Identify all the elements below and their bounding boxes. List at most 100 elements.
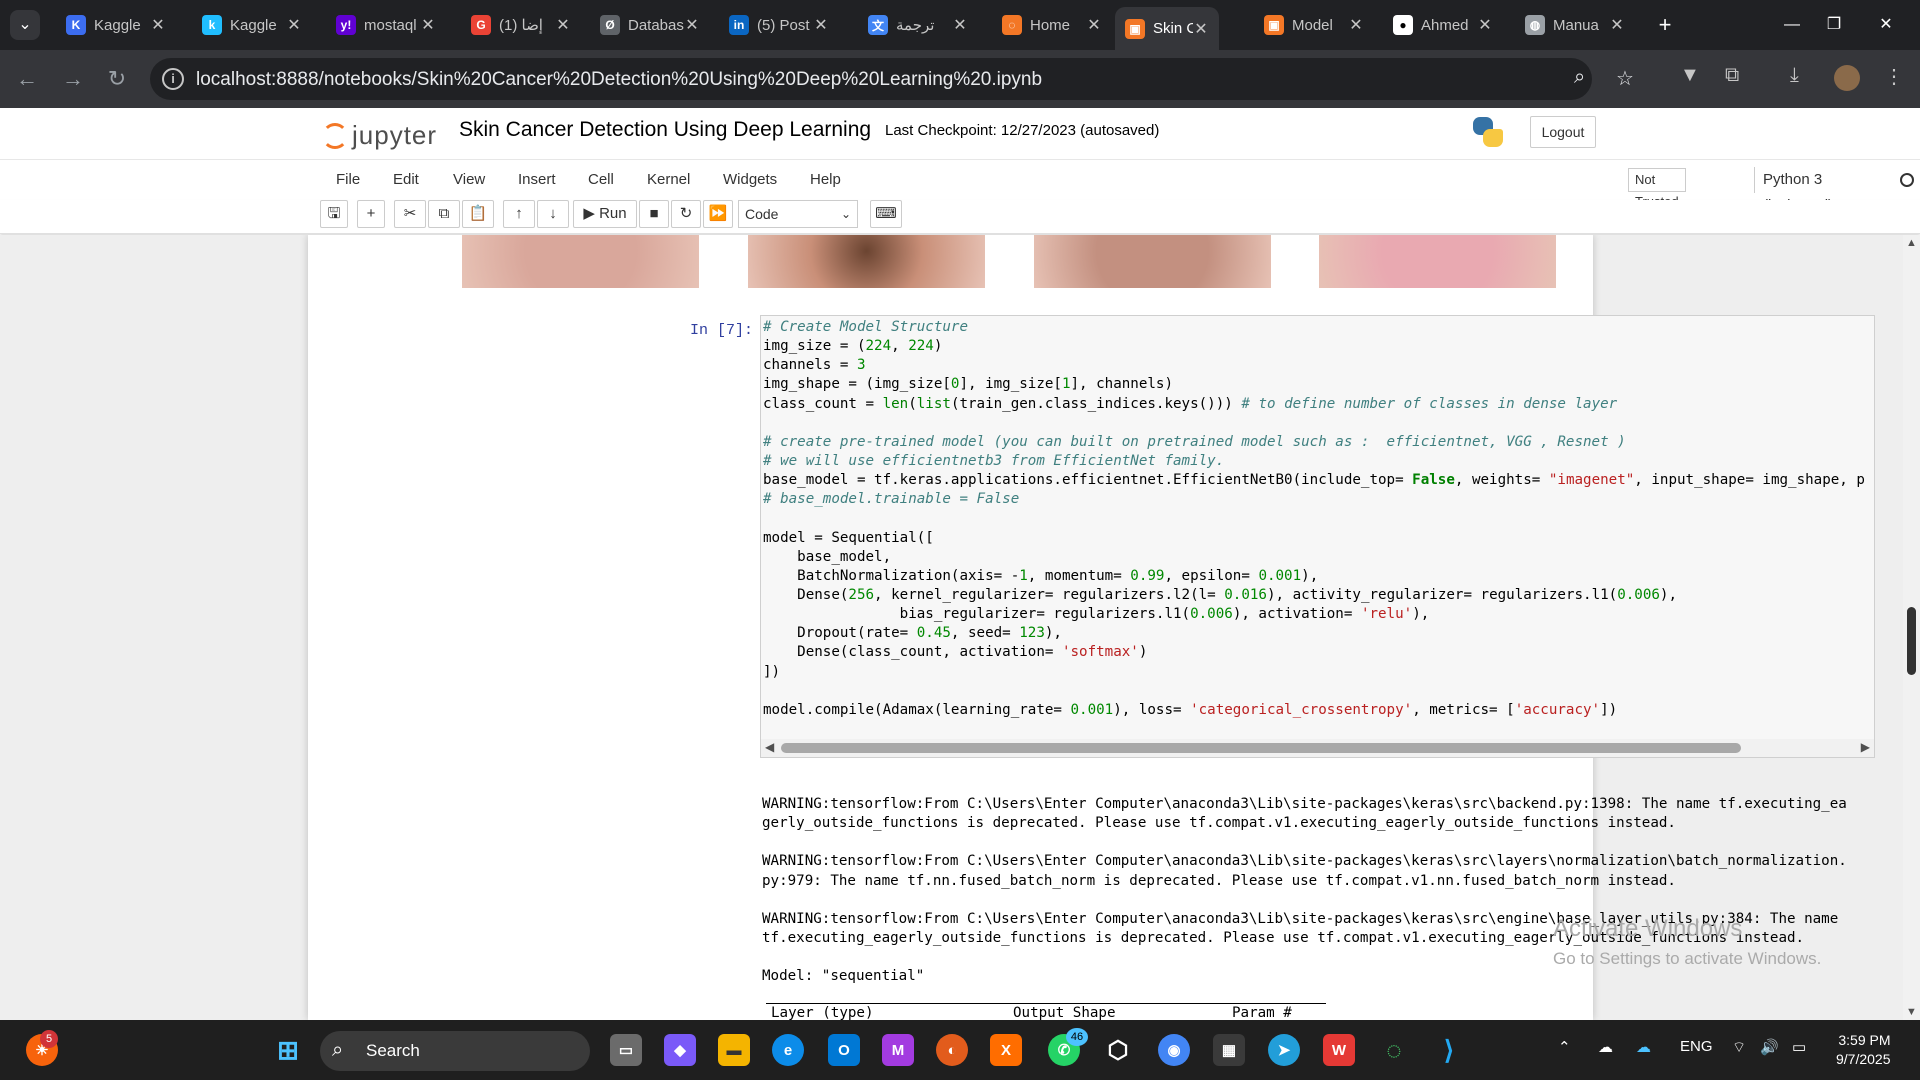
omnibox[interactable]: i localhost:8888/notebooks/Skin%20Cancer… <box>150 58 1634 100</box>
tray-chevron-icon[interactable]: ⌃ <box>1558 1038 1571 1056</box>
bookmark-star-icon[interactable]: ☆ <box>1616 66 1634 91</box>
chrome-icon[interactable]: ◉ <box>1158 1034 1190 1066</box>
new-tab-button[interactable]: + <box>1650 10 1680 40</box>
outlook-icon[interactable]: O <box>828 1034 860 1066</box>
save-icon[interactable]: 🖫 <box>320 200 348 228</box>
browser-menu-icon[interactable]: ⋮ <box>1884 64 1904 89</box>
reload-button[interactable]: ↻ <box>102 64 132 94</box>
scroll-left-icon[interactable]: ◀ <box>765 740 774 754</box>
close-tab-icon[interactable]: ✕ <box>1348 15 1364 35</box>
browser-tab[interactable]: G (1) إضا ✕ <box>461 7 581 43</box>
close-tab-icon[interactable]: ✕ <box>555 15 571 35</box>
paste-icon[interactable]: 📋 <box>462 200 494 228</box>
store-icon[interactable]: ▦ <box>1213 1034 1245 1066</box>
profile-avatar[interactable] <box>1834 65 1860 91</box>
code-editor[interactable]: # Create Model Structure img_size = (224,… <box>763 318 1865 757</box>
trust-indicator[interactable]: Not Trusted <box>1628 168 1686 209</box>
restart-run-all-icon[interactable]: ⏩ <box>703 200 733 228</box>
code-cell[interactable]: # Create Model Structure img_size = (224,… <box>760 315 1875 758</box>
page-vertical-scrollbar[interactable]: ▲ ▼ <box>1903 235 1920 1020</box>
page-scrollbar-thumb[interactable] <box>1907 607 1916 675</box>
copilot-icon[interactable]: ◆ <box>664 1034 696 1066</box>
maximize-button[interactable]: ❐ <box>1814 10 1854 40</box>
browser-tab[interactable]: Ø Database✕ <box>590 7 710 43</box>
onedrive-sync-icon[interactable]: ☁ <box>1598 1038 1613 1056</box>
kernel-indicator[interactable]: Python 3 (ipykernel) <box>1754 167 1833 214</box>
browser-tab[interactable]: K Kaggle ✕ <box>56 7 176 43</box>
browser-tab[interactable]: y! mostaql ✕ <box>326 7 446 43</box>
close-tab-icon[interactable]: ✕ <box>420 15 436 35</box>
battery-icon[interactable]: ▭ <box>1792 1038 1806 1056</box>
close-tab-icon[interactable]: ✕ <box>1193 19 1209 39</box>
minimize-button[interactable]: — <box>1772 10 1812 40</box>
loading-app-icon[interactable]: ◌ <box>1378 1034 1410 1066</box>
restart-icon[interactable]: ↻ <box>671 200 701 228</box>
copy-icon[interactable]: ⧉ <box>428 200 460 228</box>
interrupt-icon[interactable]: ■ <box>639 200 669 228</box>
menu-file[interactable]: File <box>336 160 360 200</box>
menu-cell[interactable]: Cell <box>588 160 614 200</box>
menu-insert[interactable]: Insert <box>518 160 556 200</box>
firefox-icon[interactable]: ◐ <box>936 1034 968 1066</box>
insert-cell-icon[interactable]: + <box>357 200 385 228</box>
browser-tab[interactable]: in (5) Post ✕ <box>719 7 839 43</box>
jupyter-logo[interactable]: jupyter <box>322 120 437 151</box>
close-tab-icon[interactable]: ✕ <box>1086 15 1102 35</box>
taskbar-search[interactable]: ⌕ Search <box>320 1031 590 1071</box>
tab-search-button[interactable]: ⌄ <box>10 10 40 40</box>
close-tab-icon[interactable]: ✕ <box>952 15 968 35</box>
windows-start-icon[interactable]: ⊞ <box>272 1034 304 1066</box>
close-window-button[interactable]: ✕ <box>1866 10 1906 40</box>
url-text[interactable]: localhost:8888/notebooks/Skin%20Cancer%2… <box>196 69 1042 91</box>
browser-tab[interactable]: ● Ahmed ✕ <box>1383 7 1503 43</box>
language-indicator[interactable]: ENG <box>1680 1038 1713 1055</box>
code-horizontal-scrollbar[interactable]: ◀ ▶ <box>761 739 1874 757</box>
zoom-icon[interactable]: ⌕ <box>1574 66 1585 89</box>
task-view-icon[interactable]: ▭ <box>610 1034 642 1066</box>
wifi-icon[interactable]: ⌔ <box>1732 1038 1746 1057</box>
wps-icon[interactable]: W <box>1323 1034 1355 1066</box>
extension-icon[interactable]: ▼ <box>1680 64 1700 87</box>
command-palette-icon[interactable]: ⌨ <box>870 200 902 228</box>
run-button[interactable]: ▶ Run <box>573 200 637 228</box>
extensions-puzzle-icon[interactable]: ⧉ <box>1725 64 1739 87</box>
scrollbar-thumb[interactable] <box>781 743 1741 753</box>
menu-edit[interactable]: Edit <box>393 160 419 200</box>
cell-type-select[interactable]: Code ⌄ <box>738 200 858 228</box>
scroll-right-icon[interactable]: ▶ <box>1861 740 1870 754</box>
scroll-up-icon[interactable]: ▲ <box>1906 237 1917 249</box>
file-explorer-icon[interactable]: ▬ <box>718 1034 750 1066</box>
logout-button[interactable]: Logout <box>1530 116 1596 148</box>
close-tab-icon[interactable]: ✕ <box>1477 15 1493 35</box>
menu-kernel[interactable]: Kernel <box>647 160 690 200</box>
move-up-icon[interactable]: ↑ <box>503 200 535 228</box>
download-icon[interactable]: ⤓ <box>1790 64 1799 87</box>
browser-tab[interactable]: 文 ترجمة ✕ <box>858 7 978 43</box>
vscode-icon[interactable]: ⟩ <box>1433 1034 1465 1066</box>
browser-tab[interactable]: k Kaggle ✕ <box>192 7 312 43</box>
menu-help[interactable]: Help <box>810 160 841 200</box>
telegram-icon[interactable]: ➤ <box>1268 1034 1300 1066</box>
edge-icon[interactable]: e <box>772 1034 804 1066</box>
close-tab-icon[interactable]: ✕ <box>1609 15 1625 35</box>
scroll-down-icon[interactable]: ▼ <box>1906 1006 1917 1018</box>
m365-icon[interactable]: M <box>882 1034 914 1066</box>
browser-tab[interactable]: ▣ Skin C ✕ <box>1115 7 1219 50</box>
browser-tab[interactable]: ◌ Home ✕ <box>992 7 1112 43</box>
volume-icon[interactable]: 🔊 <box>1760 1038 1779 1056</box>
close-tab-icon[interactable]: ✕ <box>813 15 829 35</box>
system-clock[interactable]: 3:59 PM 9/7/2025 <box>1836 1031 1891 1069</box>
virtualbox-icon[interactable]: ⬡ <box>1102 1034 1134 1066</box>
xampp-icon[interactable]: X <box>990 1034 1022 1066</box>
close-tab-icon[interactable]: ✕ <box>150 15 166 35</box>
forward-button[interactable]: → <box>58 64 88 94</box>
cut-icon[interactable]: ✂ <box>394 200 426 228</box>
onedrive-icon[interactable]: ☁ <box>1636 1038 1651 1056</box>
browser-tab[interactable]: ◍ Manua ✕ <box>1515 7 1635 43</box>
close-tab-icon[interactable]: ✕ <box>684 15 700 35</box>
notebook-title[interactable]: Skin Cancer Detection Using Deep Learnin… <box>459 118 871 142</box>
back-button[interactable]: ← <box>12 64 42 94</box>
menu-widgets[interactable]: Widgets <box>723 160 777 200</box>
move-down-icon[interactable]: ↓ <box>537 200 569 228</box>
close-tab-icon[interactable]: ✕ <box>286 15 302 35</box>
